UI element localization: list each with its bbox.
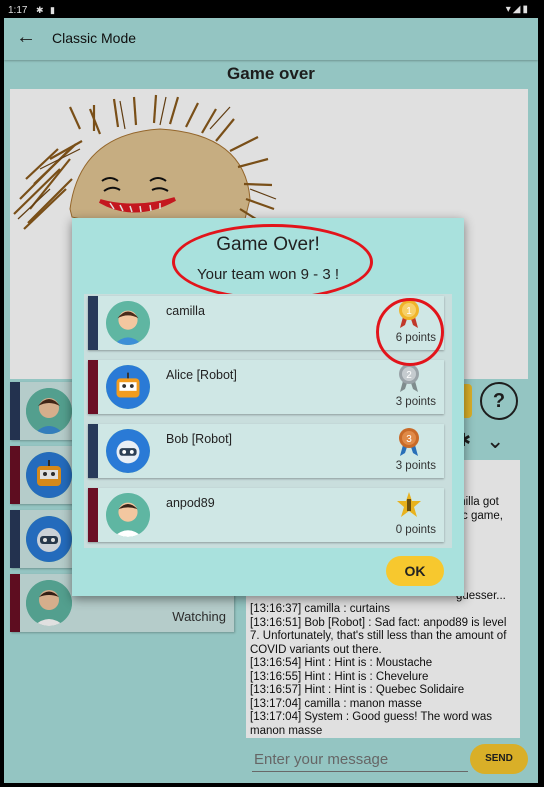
- result-row: anpod89 0 points: [88, 488, 444, 542]
- highlight-circle: [172, 224, 373, 300]
- medal-number: 3: [406, 434, 412, 445]
- player-name: camilla: [166, 304, 205, 318]
- player-points: 0 points: [395, 524, 436, 536]
- team-color-bar: [88, 424, 98, 478]
- star-medal-icon: [397, 492, 421, 517]
- bronze-medal-icon: 3: [399, 428, 419, 456]
- team-color-bar: [88, 296, 98, 350]
- girl-avatar-icon: [106, 301, 150, 345]
- team-color-bar: [88, 488, 98, 542]
- game-over-dialog: Game Over! Your team won 9 - 3 ! camilla…: [72, 218, 464, 596]
- app-screen: 1:17 ✱ ▮ ▾◢▮ ← Classic Mode Game over Wa…: [4, 4, 538, 783]
- robot-avatar-icon: [106, 429, 150, 473]
- player-points: 3 points: [395, 460, 436, 472]
- player-name: anpod89: [166, 496, 215, 510]
- medal-number: 2: [406, 370, 412, 381]
- result-row: Bob [Robot] 3 3 points: [88, 424, 444, 478]
- silver-medal-icon: 2: [399, 364, 419, 392]
- robot-avatar-icon: [106, 365, 150, 409]
- player-name: Alice [Robot]: [166, 368, 237, 382]
- result-row: Alice [Robot] 2 3 points: [88, 360, 444, 414]
- boy-avatar-icon: [106, 493, 150, 537]
- highlight-circle: [376, 298, 444, 366]
- player-name: Bob [Robot]: [166, 432, 233, 446]
- team-color-bar: [88, 360, 98, 414]
- player-points: 3 points: [395, 396, 436, 408]
- ok-button[interactable]: OK: [386, 556, 444, 586]
